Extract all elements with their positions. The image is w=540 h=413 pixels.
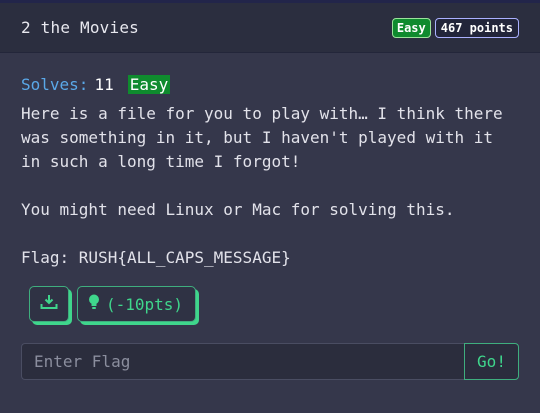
challenge-title: 2 the Movies (21, 18, 139, 37)
flag-form: Go! (21, 343, 519, 380)
difficulty-badge: Easy (391, 17, 431, 38)
solves-count: 11 (94, 75, 114, 94)
challenge-card: 2 the Movies Easy 467 points Solves: 11 Ea… (0, 0, 540, 413)
hint-cost-label: (-10pts) (106, 294, 184, 314)
download-button[interactable] (29, 286, 69, 322)
points-badge: 467 points (434, 17, 519, 38)
hint-button[interactable]: (-10pts) (77, 286, 197, 322)
flag-input[interactable] (21, 343, 464, 380)
lightbulb-icon (88, 294, 100, 314)
challenge-header: 2 the Movies Easy 467 points (0, 3, 540, 53)
download-icon (40, 294, 58, 314)
badge-group: Easy 467 points (391, 17, 519, 38)
solves-row: Solves: 11 Easy (21, 73, 519, 97)
submit-flag-button[interactable]: Go! (464, 343, 519, 380)
solves-label: Solves: (21, 75, 89, 94)
difficulty-tag: Easy (127, 75, 171, 94)
challenge-description: Here is a file for you to play with… I t… (21, 104, 503, 267)
action-buttons: (-10pts) (29, 286, 519, 322)
challenge-body: Solves: 11 Easy Here is a file for you to … (0, 53, 540, 322)
